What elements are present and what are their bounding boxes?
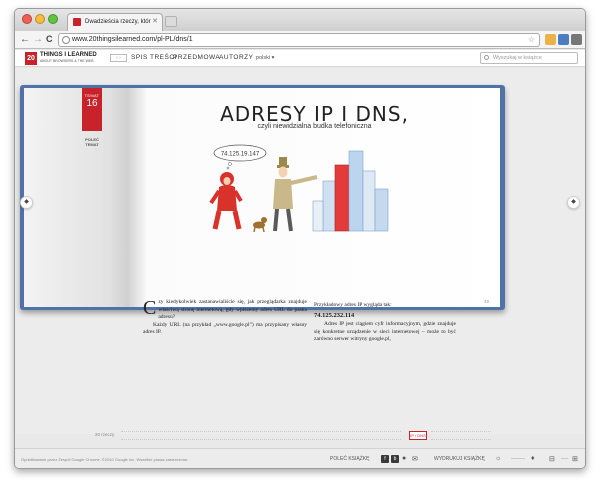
previous-page-button[interactable]: ◆ xyxy=(20,196,33,209)
dog-figure xyxy=(253,217,267,233)
example-ip: 74.125.232.114 xyxy=(314,311,355,319)
browser-window: Dwadzieścia rzeczy, któr ✕ ← → C www.20t… xyxy=(14,8,586,469)
tab-title: Dwadzieścia rzeczy, któr xyxy=(85,19,151,25)
tab-bar: Dwadzieścia rzeczy, któr ✕ xyxy=(15,9,585,31)
next-page-button[interactable]: ◆ xyxy=(567,196,580,209)
search-icon xyxy=(484,55,489,60)
logo-icon[interactable]: 20 xyxy=(25,52,37,65)
close-window-button[interactable] xyxy=(22,14,32,24)
thought-bubble: 74.125.19.147 xyxy=(213,144,267,170)
nav-authors[interactable]: AUTORZY xyxy=(219,54,253,61)
address-bar[interactable]: www.20thingsilearned.com/pl-PL/dns/1 ☆ xyxy=(58,33,540,47)
child-figure xyxy=(209,172,243,230)
nav-foreword[interactable]: PRZEDMOWA xyxy=(173,54,220,61)
paragraph-4: Adres IP jest ciągiem cyfr informacyjnym… xyxy=(314,321,456,342)
wrench-icon[interactable] xyxy=(571,34,582,45)
page-icon xyxy=(62,36,70,44)
chapter-illustration: 74.125.19.147 xyxy=(209,144,389,233)
url-text: www.20thingsilearned.com/pl-PL/dns/1 xyxy=(72,36,193,43)
text-column-right: Przykładowy adres IP wygląda tak: 74.125… xyxy=(314,302,456,344)
browser-toolbar: ← → C www.20thingsilearned.com/pl-PL/dns… xyxy=(15,31,585,49)
logo-subtitle: ABOUT BROWSERS & THE WEB xyxy=(40,59,94,63)
language-select[interactable]: polski ▾ xyxy=(256,55,274,61)
ribbon-number: 16 xyxy=(86,98,98,109)
reload-button[interactable]: C xyxy=(46,33,53,46)
city-buildings xyxy=(312,150,389,232)
chapter-thumbnails: 20 rzeczy IP / DNS xyxy=(95,431,495,441)
recommend-topic-link[interactable]: POLEĆ TEMAT xyxy=(81,137,103,147)
thumbnails-label: 20 rzeczy xyxy=(95,432,115,437)
copyright-text: Opublikowane przez Zespół Google Chrome.… xyxy=(21,457,189,462)
man-figure xyxy=(273,157,318,232)
expand-icon[interactable]: ⊞ xyxy=(572,455,578,463)
back-button[interactable]: ← xyxy=(20,33,30,46)
drop-cap: C xyxy=(143,297,157,319)
paragraph-1: zy kiedykolwiek zastanawialiście się, ja… xyxy=(158,299,307,320)
fullscreen-icon[interactable]: ⊟ xyxy=(549,455,555,463)
paragraph-2: Każdy URL (na przykład „www.google.pl”) … xyxy=(143,321,307,336)
bubble-ip-text: 74.125.19.147 xyxy=(221,152,260,158)
search-input[interactable]: Wyszukaj w książce xyxy=(480,52,578,64)
left-page xyxy=(24,88,129,307)
paragraph-3: Przykładowy adres IP wygląda tak: xyxy=(314,302,392,308)
share-book-link[interactable]: POLEĆ KSIĄŻKĘ xyxy=(330,456,369,462)
zoom-slider[interactable]: — xyxy=(561,455,568,462)
minimize-window-button[interactable] xyxy=(35,14,45,24)
footer-bar: Opublikowane przez Zespół Google Chrome.… xyxy=(15,448,585,468)
bulb-icon[interactable]: ♦ xyxy=(531,455,535,462)
site-header: 20 THINGS I LEARNED ABOUT BROWSERS & THE… xyxy=(15,50,585,67)
recommend-line-2: TEMAT xyxy=(85,142,99,147)
lights-icon[interactable]: ☼ xyxy=(495,455,501,462)
extension-icon[interactable] xyxy=(545,34,556,45)
thumbnail-strip-end[interactable] xyxy=(431,431,491,440)
new-tab-button[interactable] xyxy=(165,16,177,27)
forward-button[interactable]: → xyxy=(33,33,43,46)
browser-tab[interactable]: Dwadzieścia rzeczy, któr ✕ xyxy=(67,13,163,31)
page-number: 49 xyxy=(484,299,490,304)
active-chapter-thumbnail[interactable]: IP / DNS xyxy=(409,431,427,440)
page-menu-icon[interactable] xyxy=(558,34,569,45)
brightness-slider[interactable]: —— xyxy=(511,455,525,462)
print-book-link[interactable]: WYDRUKUJ KSIĄŻKĘ xyxy=(434,456,485,462)
comment-icon[interactable]: ● xyxy=(402,455,406,462)
logo-title[interactable]: THINGS I LEARNED xyxy=(40,52,97,58)
text-column-left: C zy kiedykolwiek zastanawialiście się, … xyxy=(143,297,307,337)
thumbnail-strip[interactable] xyxy=(121,431,401,440)
email-icon[interactable]: ✉ xyxy=(412,455,418,463)
buzz-icon[interactable]: b xyxy=(391,455,399,463)
favicon-icon xyxy=(73,18,81,26)
search-placeholder: Wyszukaj w książce xyxy=(493,55,542,61)
zoom-window-button[interactable] xyxy=(48,14,58,24)
chapter-subtitle: czyli niewidzialna budka telefoniczna xyxy=(257,123,372,130)
tab-close-icon[interactable]: ✕ xyxy=(152,14,158,30)
nav-contents[interactable]: SPIS TREŚCI xyxy=(131,54,177,61)
bookmark-star-icon[interactable]: ☆ xyxy=(528,34,535,46)
facebook-icon[interactable]: f xyxy=(381,455,389,463)
topic-ribbon: TEMAT 16 xyxy=(82,88,102,131)
page-arrows-icon[interactable]: ‹ › xyxy=(110,54,127,62)
